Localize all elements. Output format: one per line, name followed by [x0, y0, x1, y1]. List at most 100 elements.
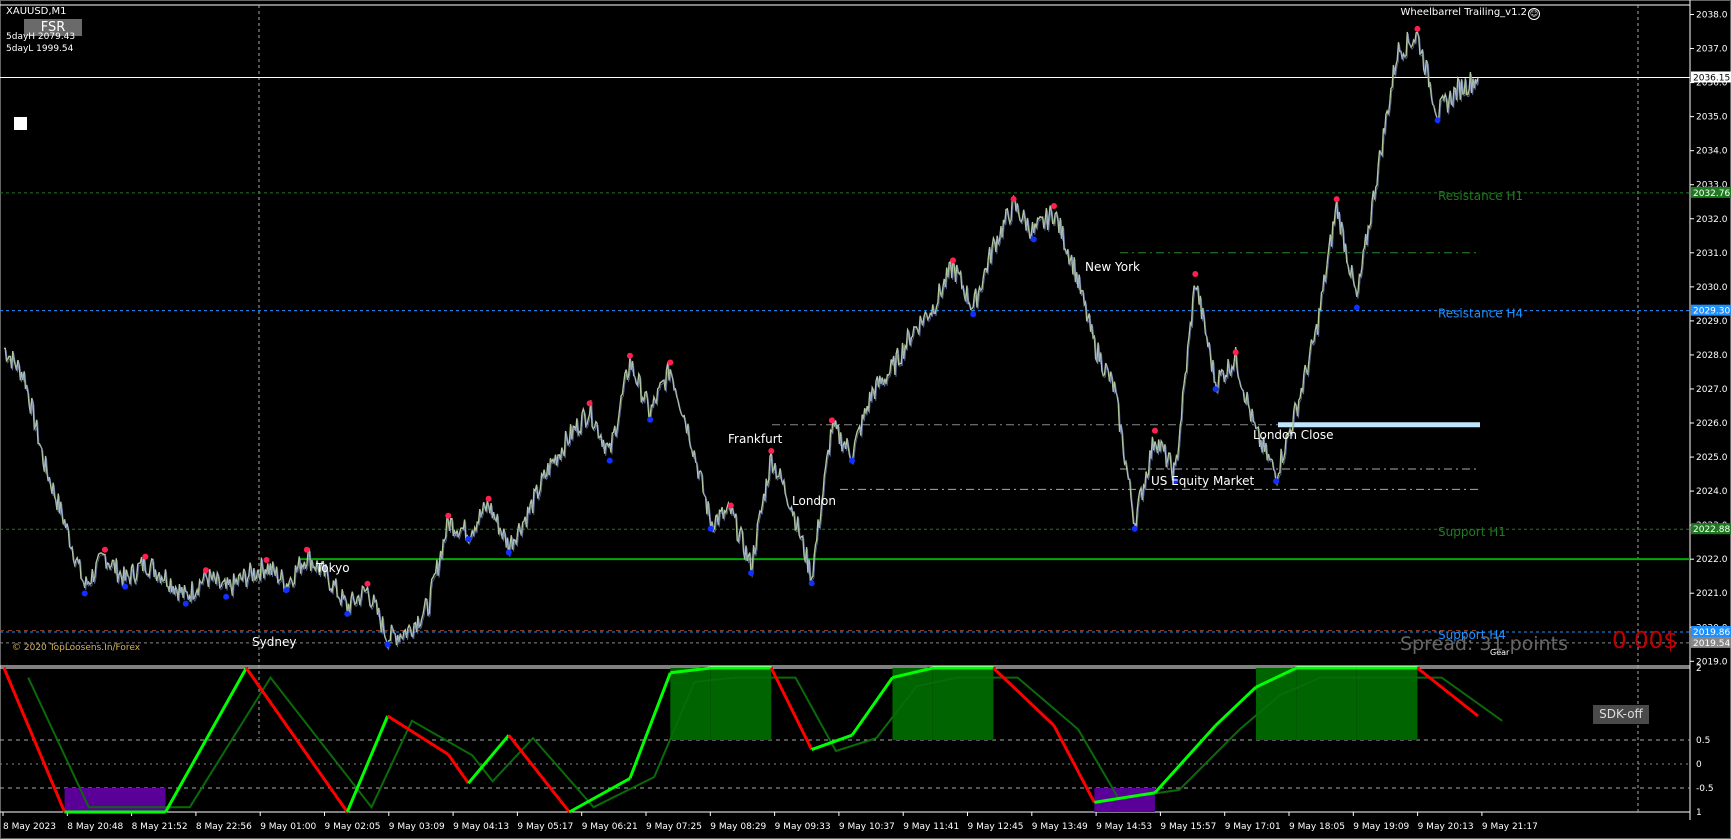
swing-low-dot [1353, 304, 1360, 311]
swing-low-dot [748, 569, 755, 576]
swing-low-dot [647, 416, 654, 423]
swing-high-dot [667, 359, 674, 366]
swing-high-dot [142, 553, 149, 560]
level-price-label: 2019.54 [1693, 639, 1730, 649]
price-tick-label: 2029.0 [1696, 317, 1728, 327]
price-tick-label: 2031.0 [1696, 249, 1728, 259]
swing-low-dot [1434, 117, 1441, 124]
swing-low-dot [344, 610, 351, 617]
oscillator-main-segment [446, 753, 470, 785]
oscillator-tick-label: 0.5 [1696, 736, 1710, 746]
session-label: New York [1085, 260, 1140, 274]
swing-low-dot [849, 457, 856, 464]
swing-low-dot [81, 590, 88, 597]
oscillator-tick-label: 2 [1696, 664, 1702, 674]
copyright-label: © 2020 TopLoosens.In/Forex [12, 643, 141, 653]
time-tick-label: 9 May 11:41 [903, 822, 959, 832]
time-tick-label: 9 May 01:00 [260, 822, 316, 832]
swing-low-dot [970, 311, 977, 318]
oscillator-tick-label: 1 [1696, 808, 1702, 818]
stat-5dayl: 5dayL 1999.54 [6, 44, 74, 54]
time-tick-label: 9 May 04:13 [453, 822, 509, 832]
price-tick-label: 2035.0 [1696, 113, 1728, 123]
oscillator-main-segment [507, 734, 571, 813]
session-label: London Close [1253, 428, 1334, 442]
overbought-fill [1356, 668, 1418, 740]
time-tick-label: 9 May 07:25 [646, 822, 702, 832]
time-tick-label: 9 May 03:09 [389, 822, 445, 832]
swing-high-dot [768, 448, 775, 455]
price-line-shadow [4, 33, 1480, 651]
swing-high-dot [1192, 271, 1199, 278]
overbought-fill [892, 668, 933, 740]
swing-low-dot [505, 549, 512, 556]
swing-high-dot [1333, 196, 1340, 203]
swing-low-dot [283, 587, 290, 594]
current-price-label: 2036.15 [1693, 73, 1730, 83]
oscillator-main-segment [992, 666, 1056, 727]
overbought-fill [1296, 668, 1357, 740]
swing-low-dot [1030, 236, 1037, 243]
price-tick-label: 2025.0 [1696, 453, 1728, 463]
price-tick-label: 2022.0 [1696, 555, 1728, 565]
level-price-label: 2032.76 [1693, 189, 1730, 199]
swing-low-dot [122, 583, 129, 590]
swing-low-dot [1212, 386, 1219, 393]
time-tick-label: 8 May 22:56 [196, 822, 252, 832]
oscillator-tick-label: 0 [1696, 760, 1702, 770]
price-tick-label: 2037.0 [1696, 45, 1728, 55]
oscillator-main-segment [245, 667, 349, 813]
swing-high-dot [101, 546, 108, 553]
swing-low-dot [465, 535, 472, 542]
price-line [3, 31, 1479, 649]
overbought-fill [932, 668, 994, 740]
spread-label: Spread: 31 points [1400, 633, 1568, 655]
gear-label: Gear [1490, 648, 1510, 657]
swing-low-dot [1273, 478, 1280, 485]
overbought-fill [670, 668, 711, 740]
white-square-icon[interactable] [14, 117, 27, 130]
time-tick-label: 9 May 13:49 [1032, 822, 1088, 832]
price-tick-label: 2028.0 [1696, 351, 1728, 361]
oversold-fill [64, 788, 166, 812]
price-tick-label: 2030.0 [1696, 283, 1728, 293]
sdk-toggle-button[interactable]: SDK-off [1593, 705, 1649, 724]
level-price-label: 2022.88 [1693, 525, 1730, 535]
price-tick-label: 2026.0 [1696, 419, 1728, 429]
time-tick-label: 9 May 12:45 [968, 822, 1024, 832]
price-tick-label: 2024.0 [1696, 487, 1728, 497]
time-tick-label: 9 May 08:29 [710, 822, 766, 832]
swing-high-dot [364, 580, 371, 587]
swing-high-dot [1050, 202, 1057, 209]
swing-low-dot [182, 600, 189, 607]
swing-high-dot [202, 567, 209, 574]
price-tick-label: 2038.0 [1696, 11, 1728, 21]
level-label: Resistance H1 [1438, 189, 1523, 203]
swing-high-dot [828, 417, 835, 424]
time-tick-label: 9 May 20:13 [1418, 822, 1474, 832]
swing-high-dot [727, 502, 734, 509]
swing-high-dot [586, 400, 593, 407]
price-tick-label: 2032.0 [1696, 215, 1728, 225]
time-tick-label: 9 May 14:53 [1096, 822, 1152, 832]
oscillator-main-segment [1052, 724, 1096, 804]
swing-high-dot [445, 512, 452, 519]
stat-5dayh: 5dayH 2079.43 [6, 32, 76, 42]
time-tick-label: 9 May 09:33 [775, 822, 831, 832]
oscillator-main-segment [769, 667, 814, 751]
level-label: Resistance H4 [1438, 307, 1523, 321]
time-tick-label: 8 May 2023 [3, 822, 56, 832]
time-tick-label: 8 May 20:48 [67, 822, 123, 832]
time-tick-label: 8 May 21:52 [132, 822, 188, 832]
oscillator-main-segment [568, 777, 631, 814]
level-price-label: 2029.30 [1693, 307, 1730, 317]
session-label: Frankfurt [728, 432, 783, 446]
session-label: Sydney [252, 635, 296, 649]
price-tick-label: 2021.0 [1696, 589, 1728, 599]
time-tick-label: 9 May 18:05 [1289, 822, 1345, 832]
level-price-label: 2019.86 [1693, 628, 1730, 638]
oscillator-main-segment [345, 715, 390, 813]
time-tick-label: 9 May 19:09 [1353, 822, 1409, 832]
swing-high-dot [485, 495, 492, 502]
cost-label: 0.00$ [1612, 628, 1678, 654]
